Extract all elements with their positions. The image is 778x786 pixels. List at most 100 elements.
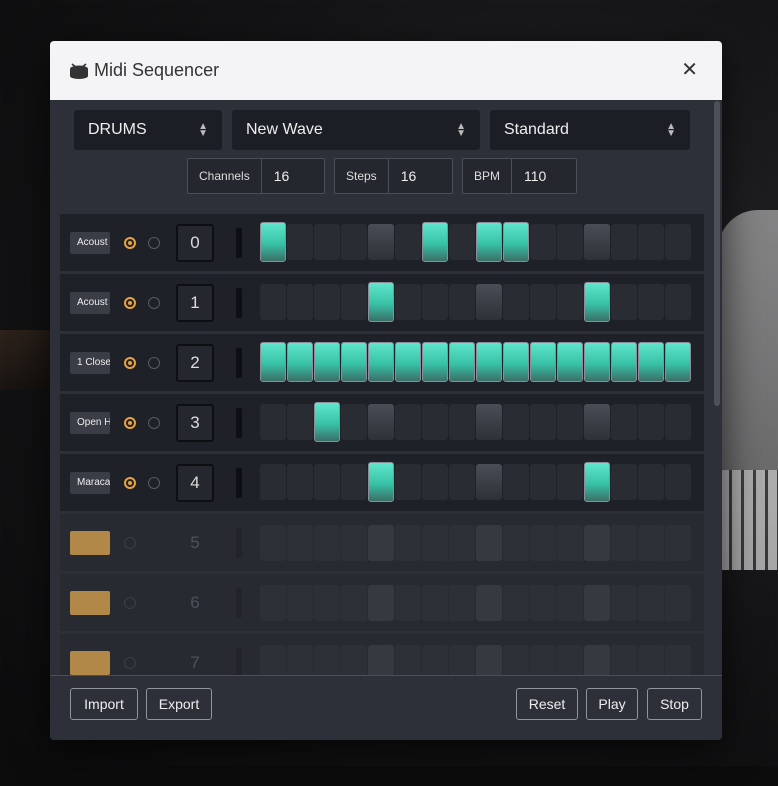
step-button[interactable] — [422, 584, 448, 621]
instrument-select[interactable]: 1 Close — [70, 351, 110, 374]
track-mute-radio[interactable] — [148, 236, 160, 249]
step-button[interactable] — [665, 223, 691, 260]
step-button[interactable] — [422, 221, 448, 262]
step-button[interactable] — [476, 341, 502, 382]
step-button[interactable] — [557, 524, 583, 561]
step-button[interactable] — [287, 283, 313, 320]
step-button[interactable] — [584, 341, 610, 382]
step-button[interactable] — [665, 584, 691, 621]
step-button[interactable] — [260, 584, 286, 621]
step-button[interactable] — [557, 463, 583, 500]
step-button[interactable] — [611, 463, 637, 500]
step-button[interactable] — [503, 524, 529, 561]
step-button[interactable] — [476, 283, 502, 320]
step-button[interactable] — [584, 584, 610, 621]
step-button[interactable] — [611, 524, 637, 561]
step-button[interactable] — [260, 403, 286, 440]
channel-number[interactable]: 5 — [176, 524, 214, 562]
step-button[interactable] — [449, 403, 475, 440]
channel-number[interactable]: 1 — [176, 283, 214, 322]
step-button[interactable] — [476, 584, 502, 621]
instrument-select[interactable] — [70, 650, 110, 675]
step-button[interactable] — [422, 463, 448, 500]
track-mute-radio[interactable] — [148, 476, 160, 489]
step-button[interactable] — [503, 341, 529, 382]
style-select[interactable]: Standard ▲ ▼ — [490, 110, 690, 150]
step-button[interactable] — [530, 463, 556, 500]
step-button[interactable] — [368, 524, 394, 561]
track-active-radio[interactable] — [124, 476, 136, 489]
track-active-radio[interactable] — [124, 416, 136, 429]
play-button[interactable]: Play — [586, 688, 638, 720]
track-mute-radio[interactable] — [124, 656, 136, 669]
step-button[interactable] — [530, 283, 556, 320]
step-button[interactable] — [638, 584, 664, 621]
step-button[interactable] — [665, 524, 691, 561]
instrument-select[interactable] — [70, 530, 110, 555]
step-button[interactable] — [422, 341, 448, 382]
step-button[interactable] — [476, 524, 502, 561]
instrument-select[interactable]: Open H — [70, 411, 110, 434]
channel-number[interactable]: 3 — [176, 403, 214, 442]
step-button[interactable] — [368, 281, 394, 322]
track-active-radio[interactable] — [124, 296, 136, 309]
step-button[interactable] — [287, 524, 313, 561]
step-button[interactable] — [449, 584, 475, 621]
step-button[interactable] — [557, 341, 583, 382]
step-button[interactable] — [557, 403, 583, 440]
step-button[interactable] — [260, 341, 286, 382]
step-button[interactable] — [314, 524, 340, 561]
instrument-select[interactable] — [70, 590, 110, 615]
step-button[interactable] — [638, 524, 664, 561]
step-button[interactable] — [503, 403, 529, 440]
step-button[interactable] — [260, 283, 286, 320]
step-button[interactable] — [287, 584, 313, 621]
step-button[interactable] — [530, 584, 556, 621]
step-button[interactable] — [314, 584, 340, 621]
step-button[interactable] — [584, 403, 610, 440]
step-button[interactable] — [368, 403, 394, 440]
step-button[interactable] — [611, 223, 637, 260]
step-button[interactable] — [341, 341, 367, 382]
channels-input[interactable]: 16 — [262, 159, 302, 193]
step-button[interactable] — [665, 403, 691, 440]
step-button[interactable] — [584, 524, 610, 561]
step-button[interactable] — [314, 283, 340, 320]
step-button[interactable] — [530, 341, 556, 382]
scrollbar[interactable] — [714, 101, 720, 406]
step-button[interactable] — [638, 341, 664, 382]
step-button[interactable] — [287, 463, 313, 500]
close-icon[interactable]: ✕ — [681, 60, 698, 80]
step-button[interactable] — [476, 463, 502, 500]
instrument-select[interactable]: Acoust — [70, 231, 110, 254]
step-button[interactable] — [449, 524, 475, 561]
step-button[interactable] — [287, 403, 313, 440]
step-button[interactable] — [530, 403, 556, 440]
step-button[interactable] — [341, 463, 367, 500]
reset-button[interactable]: Reset — [516, 688, 578, 720]
step-button[interactable] — [503, 584, 529, 621]
step-button[interactable] — [395, 524, 421, 561]
step-button[interactable] — [503, 463, 529, 500]
step-button[interactable] — [395, 283, 421, 320]
step-button[interactable] — [260, 463, 286, 500]
track-active-radio[interactable] — [124, 236, 136, 249]
step-button[interactable] — [287, 223, 313, 260]
step-button[interactable] — [395, 341, 421, 382]
step-button[interactable] — [611, 341, 637, 382]
channel-number[interactable]: 6 — [176, 584, 214, 622]
step-button[interactable] — [503, 221, 529, 262]
step-button[interactable] — [476, 221, 502, 262]
step-button[interactable] — [449, 341, 475, 382]
step-button[interactable] — [260, 524, 286, 561]
steps-input[interactable]: 16 — [389, 159, 429, 193]
step-button[interactable] — [530, 524, 556, 561]
step-button[interactable] — [638, 223, 664, 260]
step-button[interactable] — [395, 223, 421, 260]
track-mute-radio[interactable] — [148, 296, 160, 309]
step-button[interactable] — [503, 283, 529, 320]
step-button[interactable] — [422, 524, 448, 561]
step-button[interactable] — [341, 584, 367, 621]
track-mute-radio[interactable] — [124, 596, 136, 609]
step-button[interactable] — [260, 221, 286, 262]
